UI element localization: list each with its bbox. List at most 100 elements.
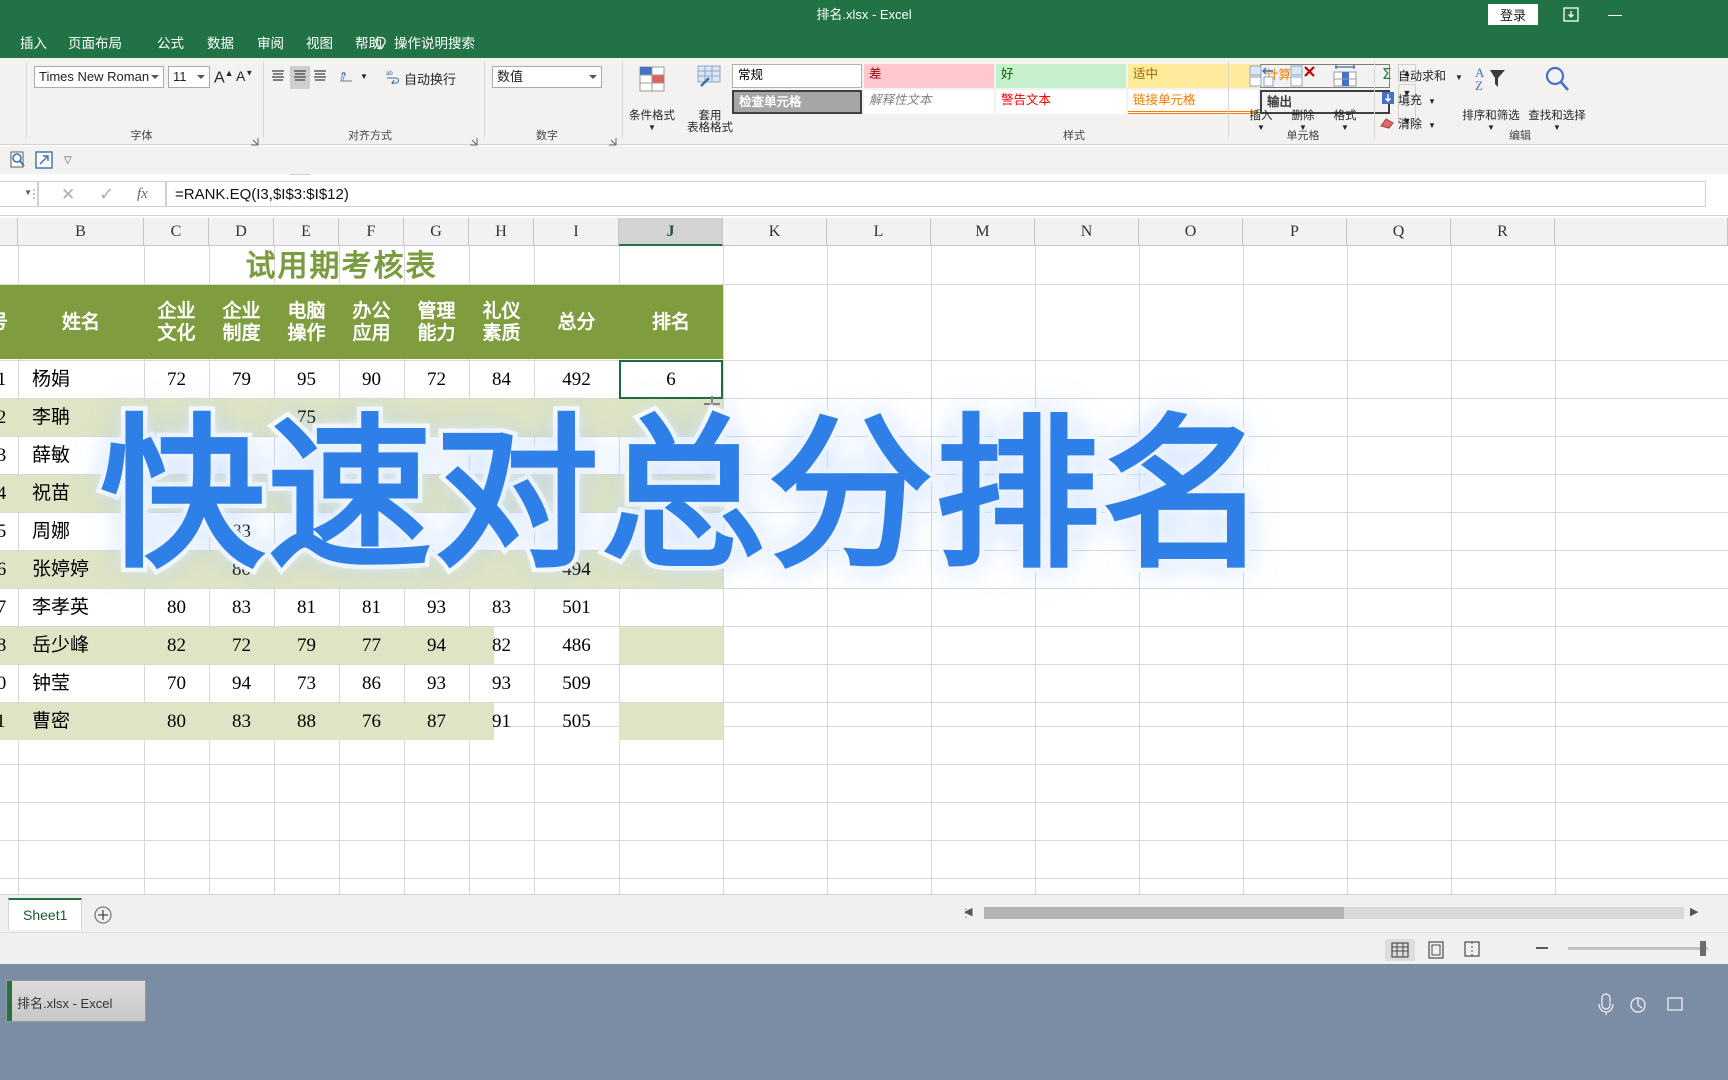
cell-id[interactable]: H011 bbox=[0, 703, 18, 741]
format-as-table-button[interactable]: 套用 表格格式 bbox=[682, 62, 738, 134]
cell-culture[interactable]: 80 bbox=[144, 589, 209, 627]
cell-etiquette[interactable]: 93 bbox=[469, 665, 534, 703]
format-cells-button[interactable]: 格式 ▼ bbox=[1322, 62, 1368, 134]
zoom-out-icon[interactable] bbox=[1536, 947, 1548, 949]
cell-office[interactable]: 86 bbox=[339, 665, 404, 703]
style-explanatory-text[interactable]: 解释性文本 bbox=[864, 90, 994, 114]
grow-font-icon[interactable]: A▲ bbox=[214, 68, 234, 87]
cell-policy[interactable]: 94 bbox=[209, 665, 274, 703]
chevron-down-icon[interactable]: ▼ bbox=[626, 122, 678, 134]
normal-view-icon[interactable] bbox=[1385, 939, 1415, 961]
cell-rank[interactable]: 6 bbox=[619, 361, 723, 399]
column-header-r[interactable]: R bbox=[1451, 218, 1555, 246]
column-header-b[interactable]: B bbox=[18, 218, 144, 246]
column-header-g[interactable]: G bbox=[404, 218, 469, 246]
column-header-e[interactable]: E bbox=[274, 218, 339, 246]
cell-culture[interactable]: 70 bbox=[144, 665, 209, 703]
column-header-o[interactable]: O bbox=[1139, 218, 1243, 246]
formula-input[interactable]: =RANK.EQ(I3,$I$3:$I$12) bbox=[166, 181, 1706, 207]
zoom-slider[interactable] bbox=[1568, 947, 1708, 950]
find-select-button[interactable]: 查找和选择 ▼ bbox=[1522, 62, 1592, 134]
cell-policy[interactable]: 83 bbox=[209, 589, 274, 627]
cell-culture[interactable]: 80 bbox=[144, 703, 209, 741]
column-header-n[interactable]: N bbox=[1035, 218, 1139, 246]
tell-me-search[interactable]: 操作说明搜索 bbox=[394, 29, 475, 58]
fill-down-icon[interactable] bbox=[1381, 91, 1395, 109]
clear-button[interactable]: 清除 bbox=[1398, 116, 1422, 132]
eraser-icon[interactable] bbox=[1379, 115, 1395, 133]
cell-id[interactable]: H003 bbox=[0, 437, 18, 475]
column-header-s[interactable] bbox=[1555, 218, 1728, 246]
cancel-icon[interactable]: ✕ bbox=[61, 185, 75, 205]
open-dialog-icon[interactable] bbox=[34, 150, 54, 175]
page-break-preview-icon[interactable] bbox=[1457, 939, 1487, 961]
cell-computer[interactable]: 73 bbox=[274, 665, 339, 703]
cell-id[interactable]: H005 bbox=[0, 513, 18, 551]
style-good[interactable]: 好 bbox=[996, 64, 1126, 88]
scrollbar-thumb[interactable] bbox=[984, 907, 1344, 919]
cell-name[interactable]: 岳少峰 bbox=[18, 627, 144, 665]
cell-name[interactable]: 曹密 bbox=[18, 703, 144, 741]
autosum-button[interactable]: 自动求和 bbox=[1398, 68, 1446, 84]
cell-total[interactable]: 492 bbox=[534, 361, 619, 399]
cell-computer[interactable]: 95 bbox=[274, 361, 339, 399]
chevron-down-icon[interactable]: ▼ bbox=[1428, 118, 1436, 134]
align-top-icon[interactable] bbox=[270, 68, 286, 87]
cell-etiquette[interactable]: 84 bbox=[469, 361, 534, 399]
confirm-icon[interactable]: ✓ bbox=[99, 184, 114, 205]
column-header-d[interactable]: D bbox=[209, 218, 274, 246]
cell-office[interactable]: 90 bbox=[339, 361, 404, 399]
cell-policy[interactable]: 79 bbox=[209, 361, 274, 399]
chevron-down-icon[interactable]: ▼ bbox=[360, 72, 368, 81]
cell-etiquette[interactable]: 91 bbox=[469, 703, 534, 741]
cell-name[interactable]: 钟莹 bbox=[18, 665, 144, 703]
minimize-button[interactable] bbox=[1604, 4, 1628, 25]
tab-data[interactable]: 数据 bbox=[197, 29, 244, 58]
tab-view[interactable]: 视图 bbox=[296, 29, 343, 58]
text-orientation-icon[interactable]: ⇗ bbox=[335, 67, 356, 87]
column-header-h[interactable]: H bbox=[469, 218, 534, 246]
tab-insert[interactable]: 插入 bbox=[10, 29, 57, 58]
font-family-combo[interactable]: Times New Roman bbox=[34, 66, 164, 88]
cell-total[interactable]: 501 bbox=[534, 589, 619, 627]
cell-etiquette[interactable]: 83 bbox=[469, 589, 534, 627]
conditional-formatting-button[interactable]: 条件格式 ▼ bbox=[626, 62, 678, 134]
scroll-left-icon[interactable]: ◀ bbox=[964, 905, 972, 918]
cell-etiquette[interactable]: 82 bbox=[469, 627, 534, 665]
cell-office[interactable]: 76 bbox=[339, 703, 404, 741]
cell-total[interactable]: 505 bbox=[534, 703, 619, 741]
cell-computer[interactable]: 81 bbox=[274, 589, 339, 627]
shrink-font-icon[interactable]: A▼ bbox=[236, 68, 253, 84]
cell-computer[interactable]: 88 bbox=[274, 703, 339, 741]
cell-name[interactable]: 杨娟 bbox=[18, 361, 144, 399]
cell-total[interactable]: 486 bbox=[534, 627, 619, 665]
cell-id[interactable]: H001 bbox=[0, 361, 18, 399]
tab-review[interactable]: 审阅 bbox=[247, 29, 294, 58]
style-normal[interactable]: 常规 bbox=[732, 64, 862, 88]
number-dialog-launcher[interactable] bbox=[608, 133, 617, 146]
cell-management[interactable]: 94 bbox=[404, 627, 469, 665]
cell-management[interactable]: 93 bbox=[404, 589, 469, 627]
column-header-p[interactable]: P bbox=[1243, 218, 1347, 246]
chevron-down-icon[interactable]: ▼ bbox=[1428, 94, 1436, 110]
cell-policy[interactable]: 83 bbox=[209, 703, 274, 741]
cell-culture[interactable]: 82 bbox=[144, 627, 209, 665]
sort-filter-button[interactable]: AZ 排序和筛选 ▼ bbox=[1462, 62, 1520, 134]
scroll-right-icon[interactable]: ▶ bbox=[1690, 905, 1698, 918]
style-check-cell[interactable]: 检查单元格 bbox=[732, 90, 862, 114]
insert-cells-button[interactable]: 插入 ▼ bbox=[1238, 62, 1284, 134]
cell-computer[interactable]: 79 bbox=[274, 627, 339, 665]
cell-id[interactable]: H002 bbox=[0, 399, 18, 437]
cell-culture[interactable]: 72 bbox=[144, 361, 209, 399]
tab-page-layout[interactable]: 页面布局 bbox=[58, 29, 132, 58]
column-header-i[interactable]: I bbox=[534, 218, 619, 246]
cell-management[interactable]: 87 bbox=[404, 703, 469, 741]
cell-id[interactable]: H007 bbox=[0, 589, 18, 627]
horizontal-scrollbar[interactable]: ◀ ▶ bbox=[960, 900, 1720, 926]
fx-icon[interactable]: fx bbox=[137, 186, 148, 203]
column-header-j[interactable]: J bbox=[619, 218, 723, 246]
cell-management[interactable]: 93 bbox=[404, 665, 469, 703]
column-header-q[interactable]: Q bbox=[1347, 218, 1451, 246]
sheet-tab-sheet1[interactable]: Sheet1 bbox=[8, 898, 83, 930]
print-preview-icon[interactable] bbox=[8, 150, 28, 175]
